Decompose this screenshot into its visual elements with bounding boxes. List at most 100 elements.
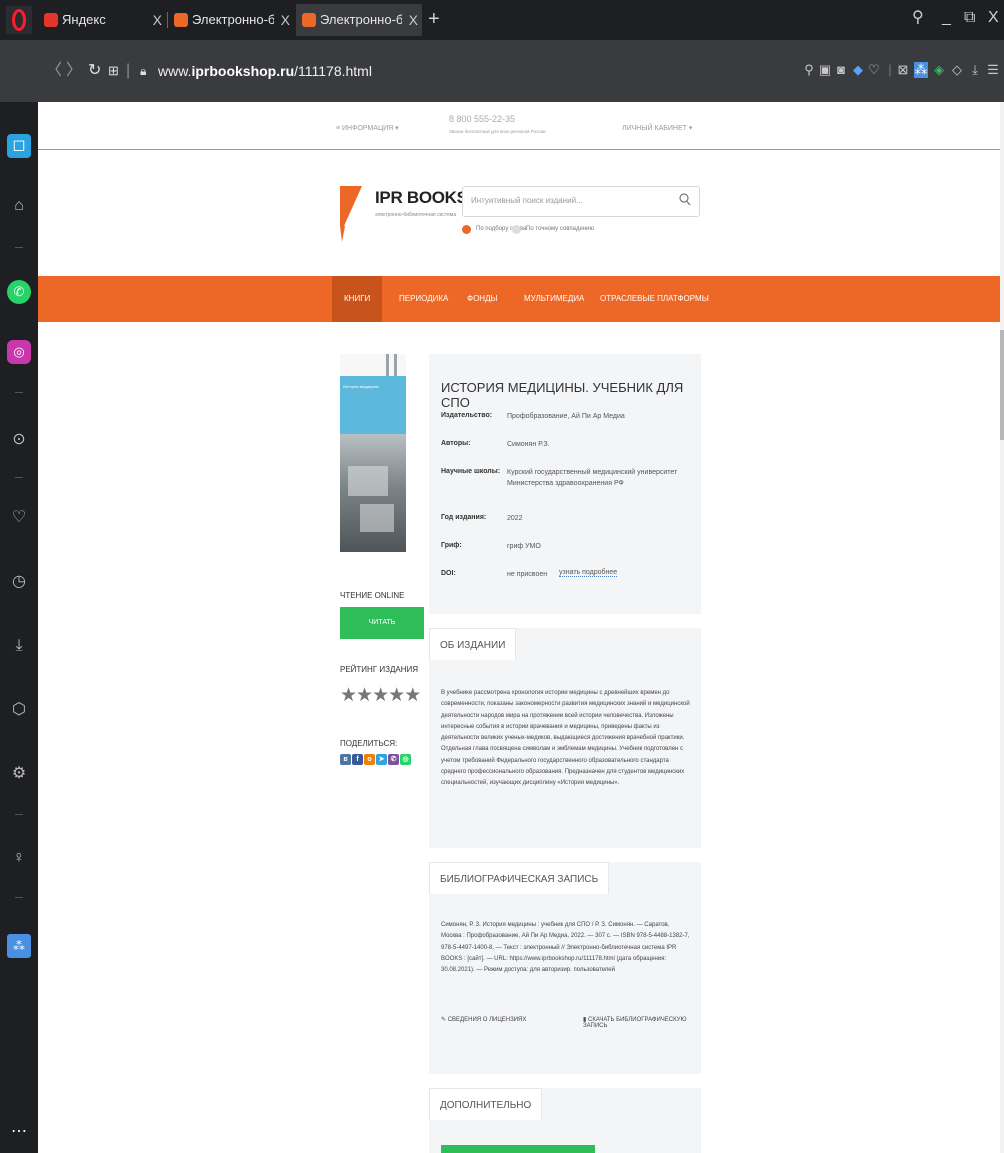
cover-photo	[340, 434, 406, 552]
nav-multimedia[interactable]: МУЛЬТИМЕДИА	[524, 276, 584, 322]
minimize-button[interactable]: _	[942, 6, 951, 30]
field-label: Издательство:	[441, 412, 493, 419]
workspace-icon[interactable]: ◻	[7, 134, 31, 158]
info-menu[interactable]: ≡ ИНФОРМАЦИЯ ▾	[336, 124, 399, 132]
odnoklassniki-share-icon[interactable]: о	[364, 754, 375, 765]
rating-stars[interactable]: ★★★★★	[340, 684, 421, 707]
page-scrollbar[interactable]	[1000, 102, 1004, 1153]
book-title: ИСТОРИЯ МЕДИЦИНЫ. УЧЕБНИК ДЛЯ СПО	[441, 380, 684, 410]
toggle-off-icon	[512, 225, 521, 234]
back-icon[interactable]: 〈	[46, 60, 62, 82]
nav-industry-platforms[interactable]: ОТРАСЛЕВЫЕ ПЛАТФОРМЫ	[600, 276, 709, 322]
main-navigation: КНИГИ ПЕРИОДИКА ФОНДЫ МУЛЬТИМЕДИА ОТРАСЛ…	[38, 276, 1000, 322]
license-info-link[interactable]: ✎ СВЕДЕНИЯ О ЛИЦЕНЗИЯХ	[441, 1016, 526, 1023]
nav-periodicals[interactable]: ПЕРИОДИКА	[399, 276, 448, 322]
star-icon[interactable]: ★	[372, 685, 389, 706]
instagram-icon[interactable]: ◎	[7, 340, 31, 364]
download-record-link[interactable]: ▮ СКАЧАТЬ БИБЛИОГРАФИЧЕСКУЮ ЗАПИСЬ	[583, 1016, 701, 1029]
facebook-share-icon[interactable]: f	[352, 754, 363, 765]
shield-icon[interactable]: ◆	[851, 62, 865, 78]
star-icon[interactable]: ★	[356, 685, 373, 706]
account-menu[interactable]: ЛИЧНЫЙ КАБИНЕТ ▾	[622, 124, 692, 132]
menu-icon[interactable]: ☰	[986, 62, 1000, 78]
download-icon[interactable]: ⤓	[968, 62, 982, 78]
history-icon[interactable]: ◷	[7, 570, 31, 594]
scientific-school-value[interactable]: Курский государственный медицинский унив…	[507, 467, 687, 489]
heart-icon[interactable]: ♡	[867, 62, 881, 78]
url-field[interactable]: www.iprbookshop.ru/111178.html	[158, 60, 372, 82]
whatsapp-share-icon[interactable]: ◎	[400, 754, 411, 765]
publisher-value[interactable]: Профобразование, Ай Пи Ар Медиа	[507, 411, 687, 422]
close-tab-icon[interactable]: X	[281, 4, 290, 36]
search-placeholder: Интуитивный поиск изданий...	[471, 196, 583, 205]
speed-dial-icon[interactable]: ⊞	[108, 60, 119, 82]
nav-funds[interactable]: ФОНДЫ	[467, 276, 498, 322]
downloads-icon[interactable]: ⤓	[7, 634, 31, 658]
tips-lightbulb-icon[interactable]: ♀	[7, 846, 31, 870]
tab-bibliography[interactable]: БИБЛИОГРАФИЧЕСКАЯ ЗАПИСЬ	[429, 862, 610, 894]
tab-iprbooks-active[interactable]: Электронно-библиотечна X	[296, 4, 422, 36]
forward-icon[interactable]: 〉	[66, 60, 82, 82]
tab-label: Электронно-библиотечна	[320, 12, 402, 27]
web-page: ≡ ИНФОРМАЦИЯ ▾ 8 800 555-22-35 Звонок бе…	[38, 102, 1000, 1153]
extension-icon[interactable]: ⊠	[896, 62, 910, 78]
download-link-label: СКАЧАТЬ БИБЛИОГРАФИЧЕСКУЮ ЗАПИСЬ	[583, 1017, 687, 1029]
address-divider: |	[126, 62, 131, 79]
star-icon[interactable]: ★	[340, 685, 357, 706]
close-window-button[interactable]: X	[988, 6, 999, 30]
tab-extra[interactable]: ДОПОЛНИТЕЛЬНО	[429, 1088, 543, 1120]
vk-share-icon[interactable]: в	[340, 754, 351, 765]
tab-iprbooks-1[interactable]: Электронно-библиотечна X	[168, 4, 294, 36]
whatsapp-icon[interactable]: ✆	[7, 280, 31, 304]
telegram-share-icon[interactable]: ➤	[376, 754, 387, 765]
field-label: Год издания:	[441, 514, 487, 521]
search-page-icon[interactable]: ⚲	[802, 62, 816, 78]
year-value: 2022	[507, 515, 523, 522]
bookmarks-heart-icon[interactable]: ♡	[7, 506, 31, 530]
search-icon[interactable]	[679, 193, 691, 207]
snapshot-icon[interactable]: ▣	[818, 62, 832, 78]
search-option-exact[interactable]: По точному совпадению	[512, 223, 594, 235]
more-icon[interactable]: ⋯	[7, 1120, 31, 1144]
tab-search-icon[interactable]: ⚲	[912, 6, 924, 30]
sidebar-divider	[15, 477, 23, 478]
doi-more-link[interactable]: узнать подробнее	[559, 569, 618, 577]
extra-card: ДОПОЛНИТЕЛЬНО	[429, 1088, 701, 1153]
reload-icon[interactable]: ↻	[88, 60, 101, 82]
close-tab-icon[interactable]: X	[409, 4, 418, 36]
star-icon[interactable]: ★	[388, 685, 405, 706]
new-tab-button[interactable]: +	[428, 4, 440, 34]
restore-button[interactable]: ⧉	[964, 6, 975, 30]
camera-icon[interactable]: ◙	[834, 62, 848, 78]
scrollbar-thumb[interactable]	[1000, 330, 1004, 440]
logo-text[interactable]: IPR BOOKS	[375, 188, 468, 208]
read-button[interactable]: ЧИТАТЬ	[340, 607, 424, 639]
cube-icon[interactable]: ⬡	[7, 698, 31, 722]
field-label: DOI:	[441, 570, 456, 577]
player-icon[interactable]: ⊙	[7, 428, 31, 452]
extra-green-button[interactable]	[441, 1145, 595, 1153]
settings-gear-icon[interactable]: ⚙	[7, 762, 31, 786]
close-tab-icon[interactable]: X	[153, 4, 162, 36]
search-input[interactable]: Интуитивный поиск изданий...	[462, 186, 700, 217]
iprbooks-logo-icon[interactable]	[340, 186, 366, 242]
sidebar-divider	[15, 814, 23, 815]
lock-icon[interactable]: 🔒︎	[140, 60, 146, 82]
home-icon[interactable]: ⌂	[7, 194, 31, 218]
tab-about[interactable]: ОБ ИЗДАНИИ	[429, 628, 517, 660]
book-cover[interactable]: История медицины	[340, 354, 406, 552]
cube-extension-icon[interactable]: ◈	[932, 62, 946, 78]
star-icon[interactable]: ★	[404, 685, 421, 706]
translate-sidebar-icon[interactable]: ⁂	[7, 934, 31, 958]
tab-yandex[interactable]: Яндекс X	[38, 4, 166, 36]
authors-value[interactable]: Симонян Р.З.	[507, 439, 687, 450]
field-label: Гриф:	[441, 542, 462, 549]
viber-share-icon[interactable]: ✆	[388, 754, 399, 765]
tab-label: Электронно-библиотечна	[192, 12, 274, 27]
opera-menu-button[interactable]	[6, 6, 32, 34]
vpn-icon[interactable]: ◇	[950, 62, 964, 78]
share-label: ПОДЕЛИТЬСЯ:	[340, 739, 398, 748]
url-prefix: www.	[158, 63, 192, 79]
nav-books[interactable]: КНИГИ	[332, 276, 383, 322]
translate-extension-icon[interactable]: ⁂	[914, 62, 928, 78]
